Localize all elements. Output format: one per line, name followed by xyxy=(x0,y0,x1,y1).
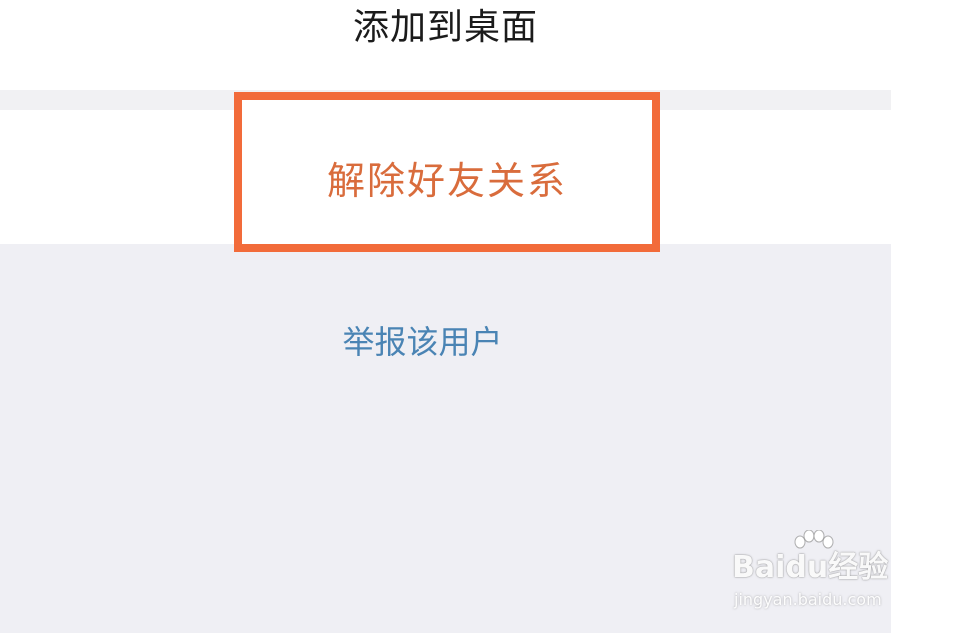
footer-area: 举报该用户 xyxy=(0,244,891,633)
add-to-desktop-label: 添加到桌面 xyxy=(352,7,538,48)
report-user-link[interactable]: 举报该用户 xyxy=(0,320,845,364)
menu-item-add-to-desktop[interactable]: 添加到桌面 xyxy=(0,0,891,90)
remove-friend-button[interactable]: 解除好友关系 xyxy=(234,92,660,252)
remove-friend-label: 解除好友关系 xyxy=(326,159,567,203)
right-margin xyxy=(891,0,957,633)
